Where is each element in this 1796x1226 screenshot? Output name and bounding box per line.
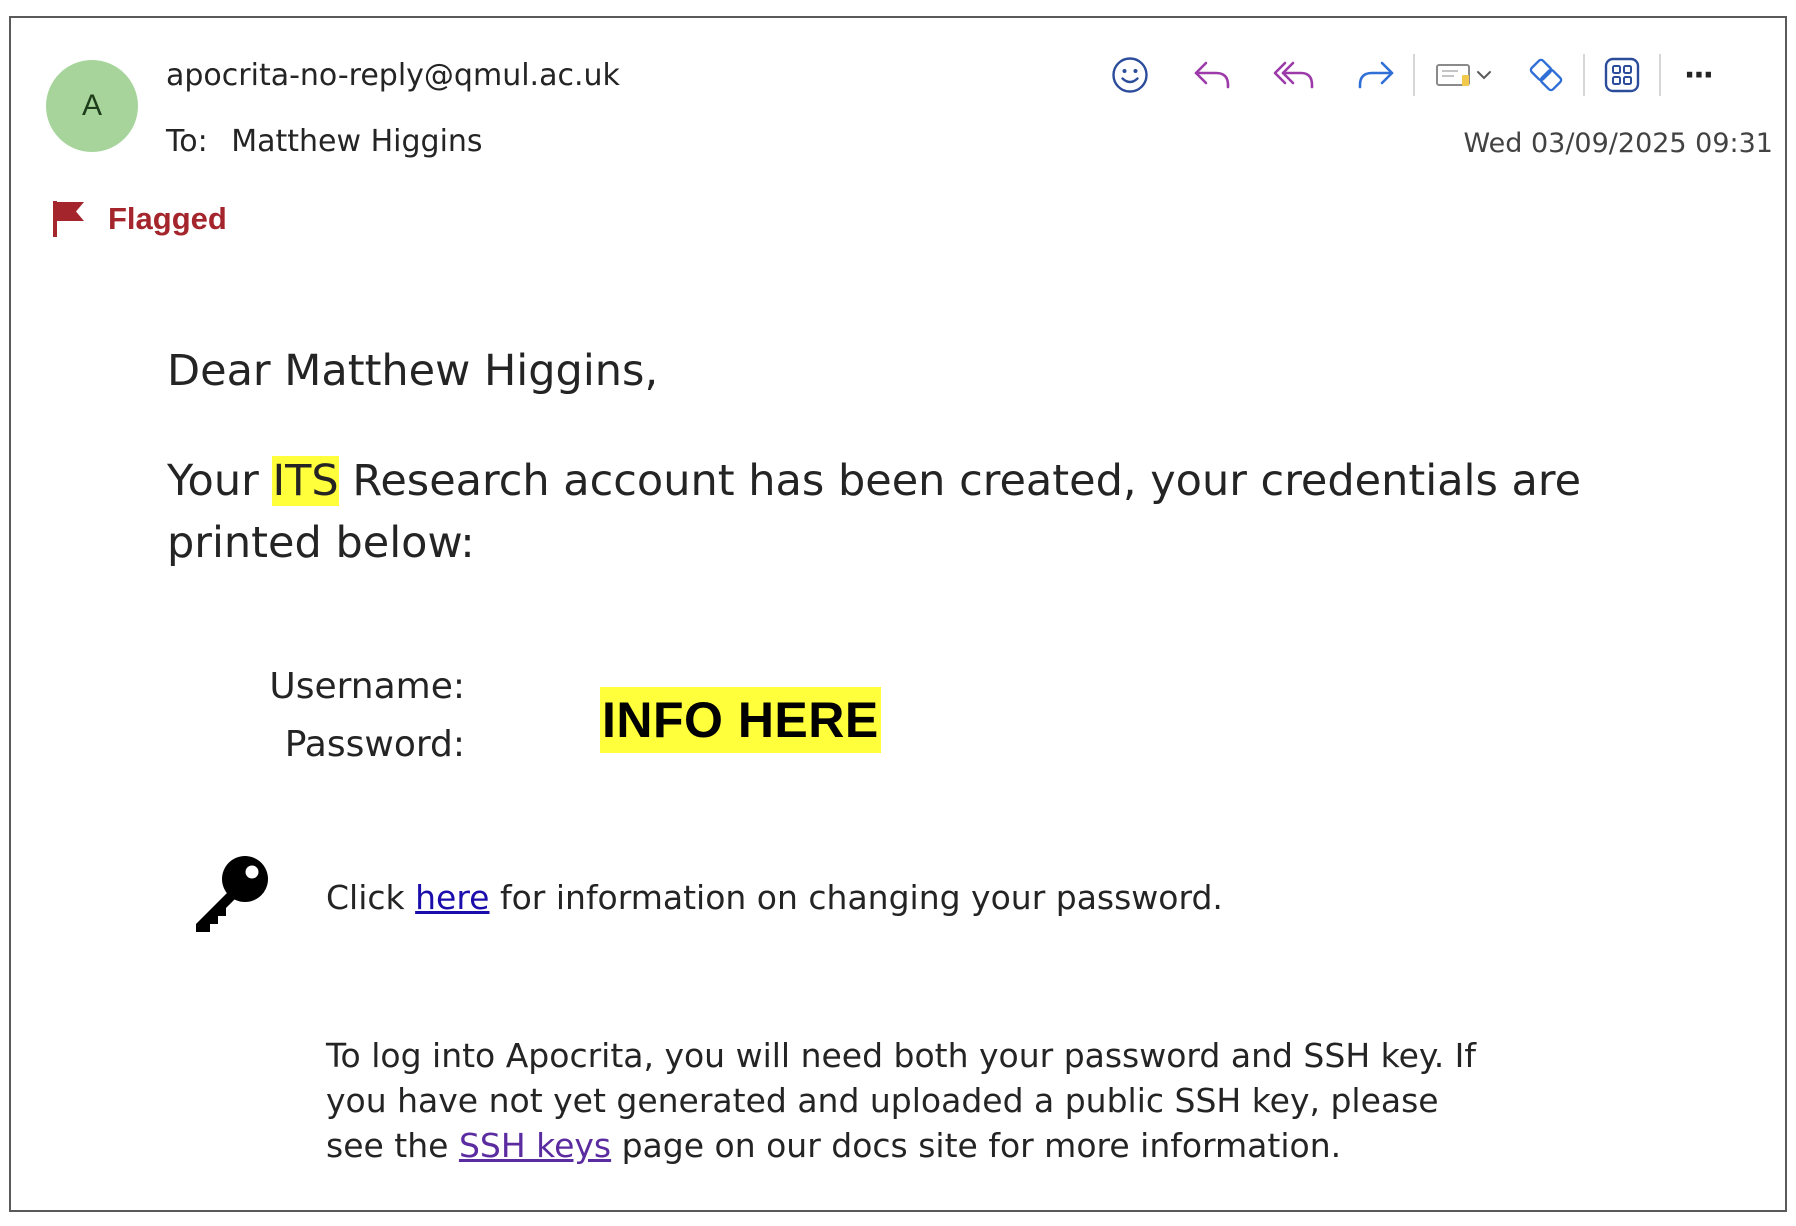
reply-all-button[interactable] — [1269, 50, 1319, 100]
reply-icon — [1194, 61, 1230, 89]
ssh-keys-link[interactable]: SSH keys — [459, 1126, 611, 1165]
recipient-line: To: Matthew Higgins — [166, 124, 483, 159]
ssh-info-paragraph: To log into Apocrita, you will need both… — [326, 1033, 1486, 1168]
change-password-link[interactable]: here — [415, 878, 489, 917]
chevron-down-icon — [1477, 71, 1491, 80]
recipient-name[interactable]: Matthew Higgins — [231, 124, 482, 159]
para2-text-end: page on our docs site for more informati… — [611, 1126, 1342, 1165]
password-label: Password: — [284, 724, 465, 765]
immersive-reader-icon — [1529, 58, 1563, 92]
apps-icon — [1604, 57, 1640, 93]
emoji-icon — [1112, 57, 1148, 93]
flag-status[interactable]: Flagged — [52, 200, 227, 238]
flag-icon — [53, 201, 84, 237]
account-created-paragraph: Your ITS Research account has been creat… — [167, 450, 1667, 574]
apps-button[interactable] — [1597, 50, 1647, 100]
toolbar-divider — [1583, 54, 1585, 96]
key-icon — [196, 856, 268, 932]
username-label: Username: — [269, 666, 465, 707]
forward-icon — [1358, 61, 1394, 89]
emoji-reaction-button[interactable] — [1105, 50, 1155, 100]
message-toolbar: ··· — [1105, 50, 1723, 100]
credentials-placeholder: INFO HERE — [600, 687, 881, 753]
more-icon: ··· — [1683, 57, 1714, 93]
received-date: Wed 03/09/2025 09:31 — [1463, 128, 1773, 159]
email-greeting: Dear Matthew Higgins, — [167, 346, 659, 396]
sender-avatar[interactable]: A — [46, 60, 138, 152]
flag-label: Flagged — [108, 201, 227, 236]
to-label: To: — [166, 124, 208, 159]
toolbar-divider — [1413, 54, 1415, 96]
avatar-initial: A — [81, 89, 102, 122]
change-password-line: Click here for information on changing y… — [326, 878, 1223, 917]
highlighted-its: ITS — [272, 456, 339, 506]
reply-button[interactable] — [1187, 50, 1237, 100]
reply-all-icon — [1273, 61, 1314, 89]
move-to-icon — [1436, 64, 1470, 86]
para1-text-start: Your — [167, 456, 273, 506]
click-text-end: for information on changing your passwor… — [489, 878, 1223, 917]
sender-address[interactable]: apocrita-no-reply@qmul.ac.uk — [166, 58, 620, 93]
move-to-button[interactable] — [1427, 50, 1501, 100]
click-text-start: Click — [326, 878, 416, 917]
immersive-reader-button[interactable] — [1521, 50, 1571, 100]
more-actions-button[interactable]: ··· — [1673, 50, 1723, 100]
para1-text-end: Research account has been created, your … — [167, 456, 1582, 568]
toolbar-divider — [1659, 54, 1661, 96]
forward-button[interactable] — [1351, 50, 1401, 100]
